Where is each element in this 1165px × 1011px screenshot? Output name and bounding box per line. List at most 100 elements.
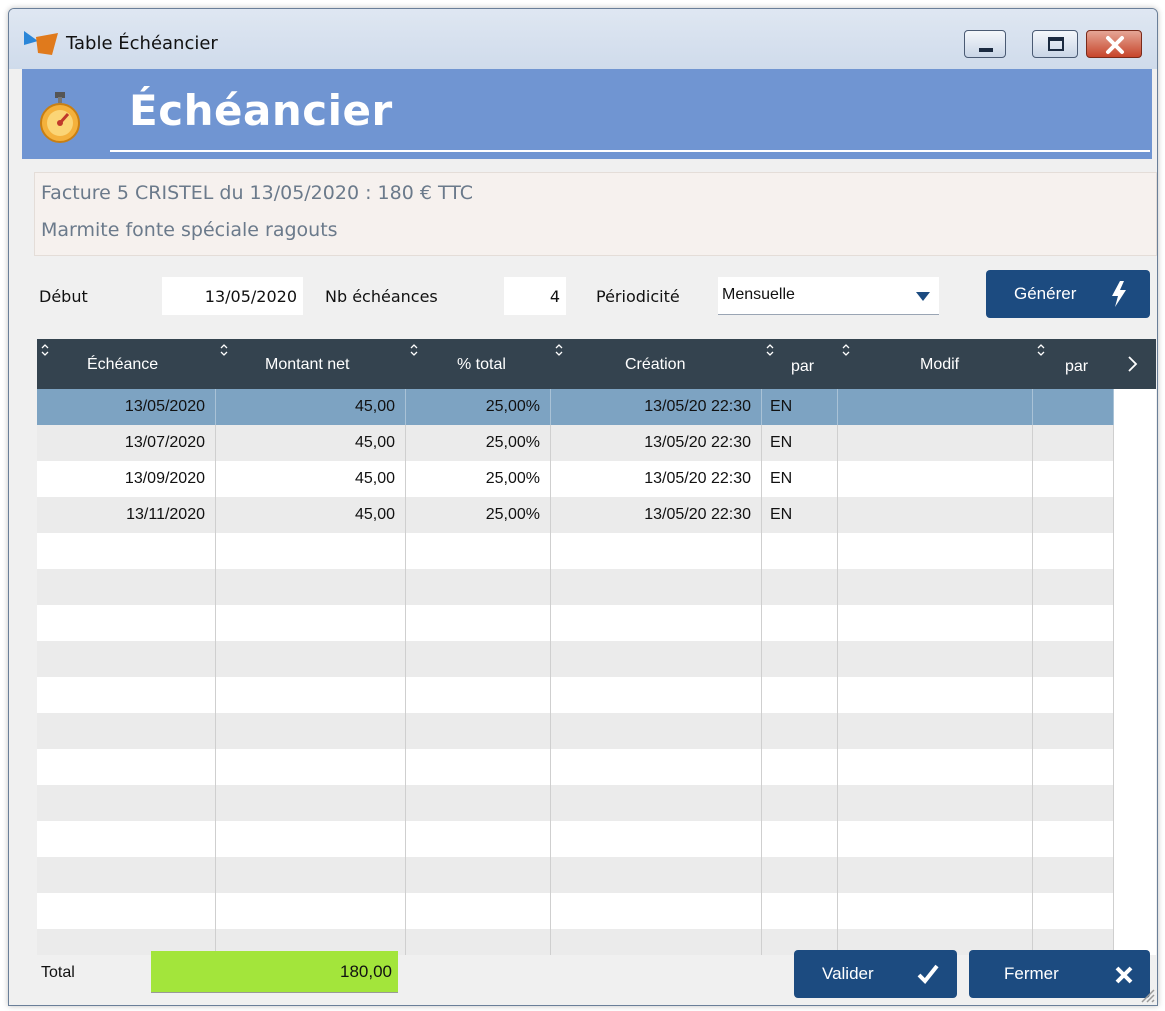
table-cell-pct: 25,00%	[406, 461, 551, 497]
table-cell-modif	[838, 389, 1033, 425]
table-cell-modif	[838, 497, 1033, 533]
table-cell-pct: 25,00%	[406, 497, 551, 533]
nb-echeances-label: Nb échéances	[325, 287, 438, 306]
column-header-modif[interactable]: Modif	[838, 339, 1033, 389]
empty-table-row[interactable]	[37, 533, 1114, 569]
column-header-par[interactable]: par	[762, 339, 838, 389]
empty-table-row[interactable]	[37, 641, 1114, 677]
generate-button[interactable]: Générer	[986, 270, 1150, 318]
resize-grip-icon[interactable]	[1136, 984, 1156, 1004]
table-cell-pct	[406, 785, 551, 821]
table-cell-pct	[406, 677, 551, 713]
close-window-button[interactable]	[1086, 30, 1142, 58]
empty-table-row[interactable]	[37, 569, 1114, 605]
table-cell-creation	[551, 605, 762, 641]
table-cell-echeance	[37, 857, 216, 893]
table-cell-montant	[216, 713, 406, 749]
table-body: 13/05/2020 45,00 25,00% 13/05/20 22:30 EN 13/…	[37, 389, 1114, 955]
nb-echeances-input[interactable]	[504, 277, 566, 315]
sort-icon	[766, 344, 774, 356]
minimize-button[interactable]	[964, 30, 1006, 58]
table-cell-pct	[406, 821, 551, 857]
table-cell-montant	[216, 605, 406, 641]
periodicite-value: Mensuelle	[722, 286, 795, 303]
table-header: Échéance Montant net % total Création pa…	[37, 339, 1156, 389]
periodicite-label: Périodicité	[596, 287, 680, 306]
column-header-echeance[interactable]: Échéance	[37, 339, 216, 389]
table-cell-par	[762, 785, 838, 821]
title-bar[interactable]: Table Échéancier	[9, 9, 1157, 69]
table-row[interactable]: 13/07/2020 45,00 25,00% 13/05/20 22:30 EN	[37, 425, 1114, 461]
table-cell-pct: 25,00%	[406, 389, 551, 425]
table-cell-par2	[1033, 677, 1114, 713]
table-cell-montant	[216, 749, 406, 785]
table-row[interactable]: 13/09/2020 45,00 25,00% 13/05/20 22:30 EN	[37, 461, 1114, 497]
column-header-montant[interactable]: Montant net	[216, 339, 406, 389]
table-cell-par	[762, 569, 838, 605]
chevron-right-icon[interactable]	[1125, 355, 1139, 373]
table-cell-echeance	[37, 569, 216, 605]
table-row[interactable]: 13/11/2020 45,00 25,00% 13/05/20 22:30 EN	[37, 497, 1114, 533]
empty-table-row[interactable]	[37, 749, 1114, 785]
column-label: par	[791, 358, 815, 375]
schedule-table[interactable]: Échéance Montant net % total Création pa…	[37, 339, 1156, 955]
table-cell-par2	[1033, 641, 1114, 677]
validate-label: Valider	[822, 964, 874, 983]
table-cell-par2	[1033, 605, 1114, 641]
column-label: % total	[457, 356, 506, 373]
table-cell-creation: 13/05/20 22:30	[551, 461, 762, 497]
checkmark-icon	[917, 964, 939, 984]
table-cell-par2	[1033, 569, 1114, 605]
table-cell-montant	[216, 641, 406, 677]
table-cell-montant: 45,00	[216, 389, 406, 425]
table-cell-creation	[551, 893, 762, 929]
table-cell-creation	[551, 713, 762, 749]
table-cell-par: EN	[762, 389, 838, 425]
debut-date-input[interactable]	[162, 277, 303, 315]
table-cell-creation	[551, 857, 762, 893]
table-cell-montant: 45,00	[216, 461, 406, 497]
total-label: Total	[41, 964, 75, 981]
sort-icon	[410, 344, 418, 356]
total-value: 180,00	[340, 962, 392, 981]
table-cell-pct	[406, 857, 551, 893]
column-header-pct[interactable]: % total	[406, 339, 551, 389]
table-row[interactable]: 13/05/2020 45,00 25,00% 13/05/20 22:30 EN	[37, 389, 1114, 425]
maximize-button[interactable]	[1032, 30, 1078, 58]
table-cell-pct	[406, 533, 551, 569]
invoice-summary: Facture 5 CRISTEL du 13/05/2020 : 180 € …	[41, 182, 473, 204]
empty-table-row[interactable]	[37, 785, 1114, 821]
empty-table-row[interactable]	[37, 605, 1114, 641]
table-cell-echeance	[37, 785, 216, 821]
generate-label: Générer	[1014, 284, 1077, 303]
table-cell-par2	[1033, 893, 1114, 929]
table-cell-par	[762, 677, 838, 713]
table-cell-par2	[1033, 785, 1114, 821]
empty-table-row[interactable]	[37, 821, 1114, 857]
periodicite-select[interactable]: Mensuelle	[718, 277, 939, 315]
column-header-par-modif[interactable]: par	[1033, 339, 1114, 389]
table-cell-echeance	[37, 533, 216, 569]
empty-table-row[interactable]	[37, 857, 1114, 893]
validate-button[interactable]: Valider	[794, 950, 957, 998]
close-button[interactable]: Fermer	[969, 950, 1150, 998]
table-cell-modif	[838, 821, 1033, 857]
empty-table-row[interactable]	[37, 677, 1114, 713]
table-cell-par2	[1033, 713, 1114, 749]
table-cell-par2	[1033, 461, 1114, 497]
table-cell-par: EN	[762, 497, 838, 533]
table-cell-modif	[838, 677, 1033, 713]
lightning-icon	[1112, 281, 1126, 307]
column-header-creation[interactable]: Création	[551, 339, 762, 389]
table-cell-pct	[406, 605, 551, 641]
invoice-info: Facture 5 CRISTEL du 13/05/2020 : 180 € …	[34, 172, 1157, 256]
empty-table-row[interactable]	[37, 713, 1114, 749]
empty-table-row[interactable]	[37, 893, 1114, 929]
table-cell-echeance	[37, 821, 216, 857]
table-cell-modif	[838, 533, 1033, 569]
table-cell-par	[762, 641, 838, 677]
table-cell-modif	[838, 641, 1033, 677]
table-cell-creation	[551, 533, 762, 569]
table-cell-creation: 13/05/20 22:30	[551, 425, 762, 461]
table-cell-echeance	[37, 713, 216, 749]
